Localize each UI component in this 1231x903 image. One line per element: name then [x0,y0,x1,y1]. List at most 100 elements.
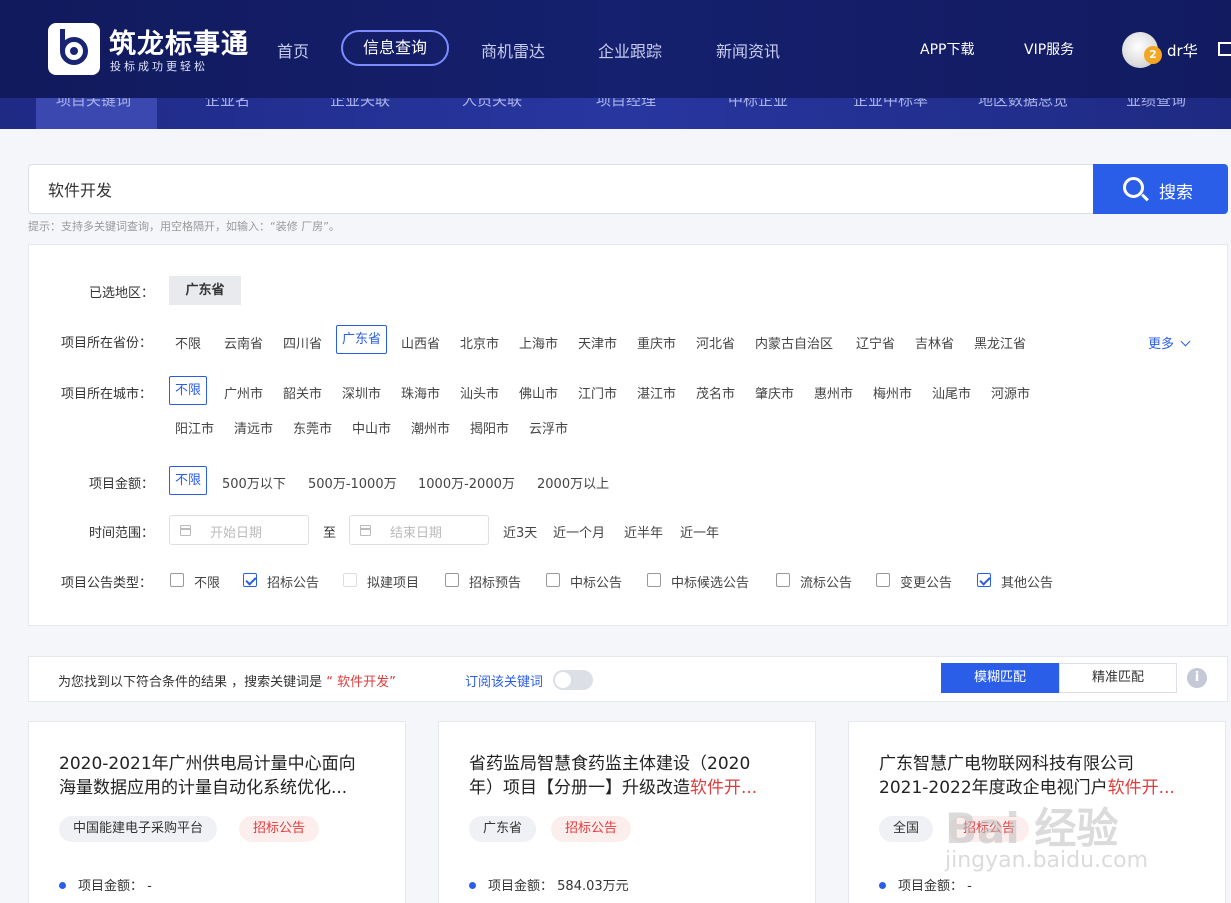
subscribe-keyword-link[interactable]: 订阅该关键词 [465,671,543,690]
province-option[interactable]: 河北省 [696,333,735,352]
amount-option-selected[interactable]: 不限 [169,466,208,495]
subnav-item[interactable]: 项目经理 [596,98,656,110]
card-title[interactable]: 广东智慧广电物联网科技有限公司 2021-2022年度政企电视门户软件开... [879,752,1199,800]
card-title[interactable]: 2020-2021年广州供电局计量中心面向 海量数据应用的计量自动化系统优化..… [59,752,379,800]
city-option[interactable]: 梅州市 [873,383,912,402]
city-option[interactable]: 茂名市 [696,383,735,402]
subnav-item[interactable]: 中标企业 [728,98,788,110]
subnav-item[interactable]: 企业关联 [330,98,390,110]
province-option[interactable]: 不限 [175,333,201,352]
type-checkbox-checked[interactable] [243,573,257,587]
subnav-item[interactable]: 企业名 [205,98,250,110]
province-option[interactable]: 辽宁省 [856,333,895,352]
nav-radar[interactable]: 商机雷达 [481,38,545,62]
type-checkbox[interactable] [170,573,184,587]
province-option[interactable]: 山西省 [401,333,440,352]
city-option[interactable]: 深圳市 [342,383,381,402]
fuzzy-match-button[interactable]: 模糊匹配 [941,663,1059,693]
card-title[interactable]: 省药监局智慧食药监主体建设（2020 年）项目【分册一】升级改造软件开... [469,752,789,800]
nav-tracking[interactable]: 企业跟踪 [598,38,662,62]
nav-app-download[interactable]: APP下载 [920,39,974,59]
end-date-field[interactable]: 结束日期 [349,515,489,545]
type-checkbox-checked[interactable] [977,573,991,587]
subscribe-toggle[interactable] [553,670,593,690]
exact-match-button[interactable]: 精准匹配 [1059,663,1177,693]
subnav-item[interactable]: 企业中标率 [853,98,928,110]
subnav-item[interactable]: 人员关联 [462,98,522,110]
start-date-field[interactable]: 开始日期 [169,515,309,545]
city-option[interactable]: 惠州市 [814,383,853,402]
type-checkbox[interactable] [546,573,560,587]
nav-news[interactable]: 新闻资讯 [716,38,780,62]
city-option[interactable]: 汕头市 [460,383,499,402]
province-option[interactable]: 天津市 [578,333,617,352]
result-card[interactable]: 2020-2021年广州供电局计量中心面向 海量数据应用的计量自动化系统优化..… [28,721,406,903]
amount-option[interactable]: 500万-1000万 [308,473,397,492]
city-option[interactable]: 阳江市 [175,418,214,437]
amount-label: 项目金额： [89,477,155,492]
city-option[interactable]: 中山市 [352,418,391,437]
province-option[interactable]: 黑龙江省 [974,333,1026,352]
type-checkbox[interactable] [876,573,890,587]
time-quick-option[interactable]: 近一年 [680,522,719,541]
logout-icon[interactable] [1218,42,1231,56]
user-name[interactable]: dr华 [1167,40,1198,61]
province-option[interactable]: 重庆市 [637,333,676,352]
type-checkbox[interactable] [647,573,661,587]
city-option[interactable]: 云浮市 [529,418,568,437]
province-option-selected[interactable]: 广东省 [336,325,388,354]
province-label: 项目所在省份： [61,336,153,351]
province-option[interactable]: 四川省 [283,333,322,352]
province-option[interactable]: 内蒙古自治区 [755,333,833,352]
city-option-selected[interactable]: 不限 [169,376,208,405]
city-option[interactable]: 清远市 [234,418,273,437]
search-box [28,164,1094,214]
nav-home[interactable]: 首页 [277,38,309,62]
province-option[interactable]: 吉林省 [915,333,954,352]
type-checkbox[interactable] [343,573,357,587]
more-provinces-button[interactable]: 更多 [1148,333,1191,352]
subnav-item[interactable]: 地区数据总览 [978,98,1068,110]
city-option[interactable]: 韶关市 [283,383,322,402]
time-quick-option[interactable]: 近一个月 [553,522,605,541]
card-title-line: 广东智慧广电物联网科技有限公司 [879,754,1134,774]
city-option[interactable]: 珠海市 [401,383,440,402]
subnav-item[interactable]: 项目关键词 [56,98,131,110]
subnav-item[interactable]: 业绩查询 [1126,98,1186,110]
search-button[interactable]: 搜索 [1093,164,1228,214]
nav-info-query[interactable]: 信息查询 [341,30,449,66]
search-input[interactable] [29,165,1094,213]
region-chip[interactable]: 广东省 [169,276,241,305]
time-quick-option[interactable]: 近3天 [503,522,537,541]
city-option[interactable]: 河源市 [991,383,1030,402]
result-card[interactable]: 省药监局智慧食药监主体建设（2020 年）项目【分册一】升级改造软件开... 广… [438,721,816,903]
amount-option[interactable]: 1000万-2000万 [418,473,515,492]
amount-option[interactable]: 2000万以上 [537,473,609,492]
city-option[interactable]: 佛山市 [519,383,558,402]
search-button-label: 搜索 [1159,183,1193,203]
time-quick-option[interactable]: 近半年 [624,522,663,541]
start-date-placeholder: 开始日期 [210,526,263,541]
logo-icon[interactable] [48,23,100,75]
amount-option[interactable]: 500万以下 [222,473,286,492]
type-checkbox[interactable] [445,573,459,587]
type-checkbox-label: 中标公告 [570,576,623,591]
info-icon[interactable]: i [1187,668,1207,688]
city-option[interactable]: 广州市 [224,383,263,402]
bullet-icon [879,882,886,889]
city-option[interactable]: 东莞市 [293,418,332,437]
city-option[interactable]: 湛江市 [637,383,676,402]
city-option[interactable]: 潮州市 [411,418,450,437]
type-checkbox[interactable] [776,573,790,587]
province-option[interactable]: 上海市 [519,333,558,352]
province-option[interactable]: 云南省 [224,333,263,352]
brand-name: 筑龙标事通 [109,29,249,60]
city-option[interactable]: 汕尾市 [932,383,971,402]
type-checkbox-label: 招标公告 [267,576,320,591]
city-option[interactable]: 肇庆市 [755,383,794,402]
province-option[interactable]: 北京市 [460,333,499,352]
city-option[interactable]: 揭阳市 [470,418,509,437]
city-option[interactable]: 江门市 [578,383,617,402]
chevron-down-icon [1180,336,1191,347]
nav-vip[interactable]: VIP服务 [1024,39,1074,59]
